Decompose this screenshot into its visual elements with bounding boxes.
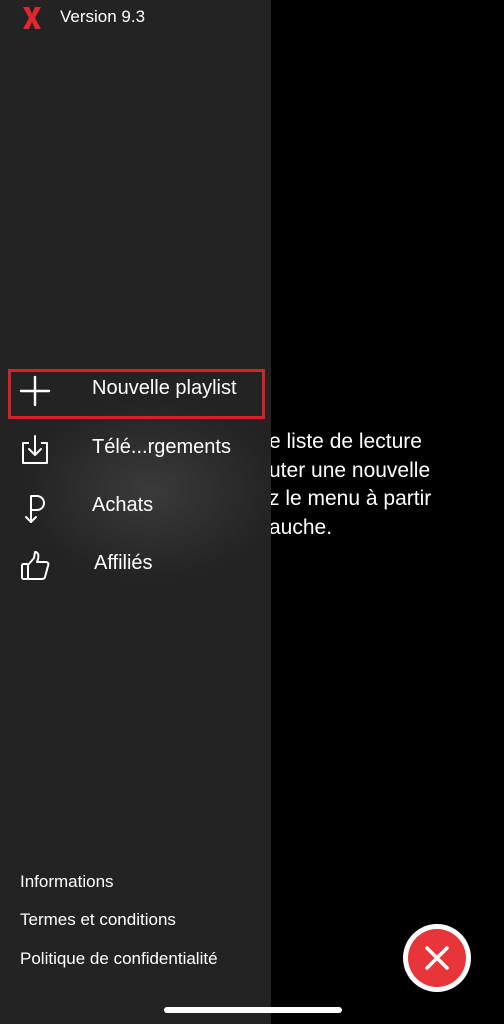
home-indicator[interactable] bbox=[164, 1007, 342, 1013]
menu-item-purchases[interactable]: Achats bbox=[0, 479, 271, 535]
thumbs-up-icon bbox=[18, 549, 52, 583]
message-line: uter une nouvelle bbox=[269, 459, 431, 482]
menu-item-downloads[interactable]: Télé...rgements bbox=[0, 421, 271, 477]
footer-link-terms[interactable]: Termes et conditions bbox=[20, 910, 176, 930]
footer-link-privacy[interactable]: Politique de confidentialité bbox=[20, 949, 218, 969]
download-icon bbox=[18, 433, 52, 467]
menu-item-label: Télé...rgements bbox=[92, 436, 231, 458]
side-drawer: Version 9.3 Nouvelle playlist Télé...rge… bbox=[0, 0, 271, 1024]
x-logo-icon bbox=[20, 5, 44, 31]
close-button-fill bbox=[408, 929, 466, 987]
menu-item-affiliates[interactable]: Affiliés bbox=[0, 537, 271, 593]
message-line: auche. bbox=[269, 516, 333, 539]
selection-highlight bbox=[8, 369, 265, 419]
drawer-header: Version 9.3 bbox=[0, 0, 271, 36]
close-button[interactable] bbox=[403, 924, 471, 992]
message-line: e liste de lecture bbox=[269, 430, 422, 453]
message-line: z le menu à partir bbox=[269, 487, 432, 510]
footer-link-informations[interactable]: Informations bbox=[20, 872, 114, 892]
close-icon bbox=[425, 946, 449, 970]
app-version: Version 9.3 bbox=[60, 7, 146, 26]
menu-item-label: Affiliés bbox=[94, 552, 153, 574]
purchases-icon bbox=[18, 491, 52, 525]
menu-item-label: Achats bbox=[92, 494, 154, 516]
